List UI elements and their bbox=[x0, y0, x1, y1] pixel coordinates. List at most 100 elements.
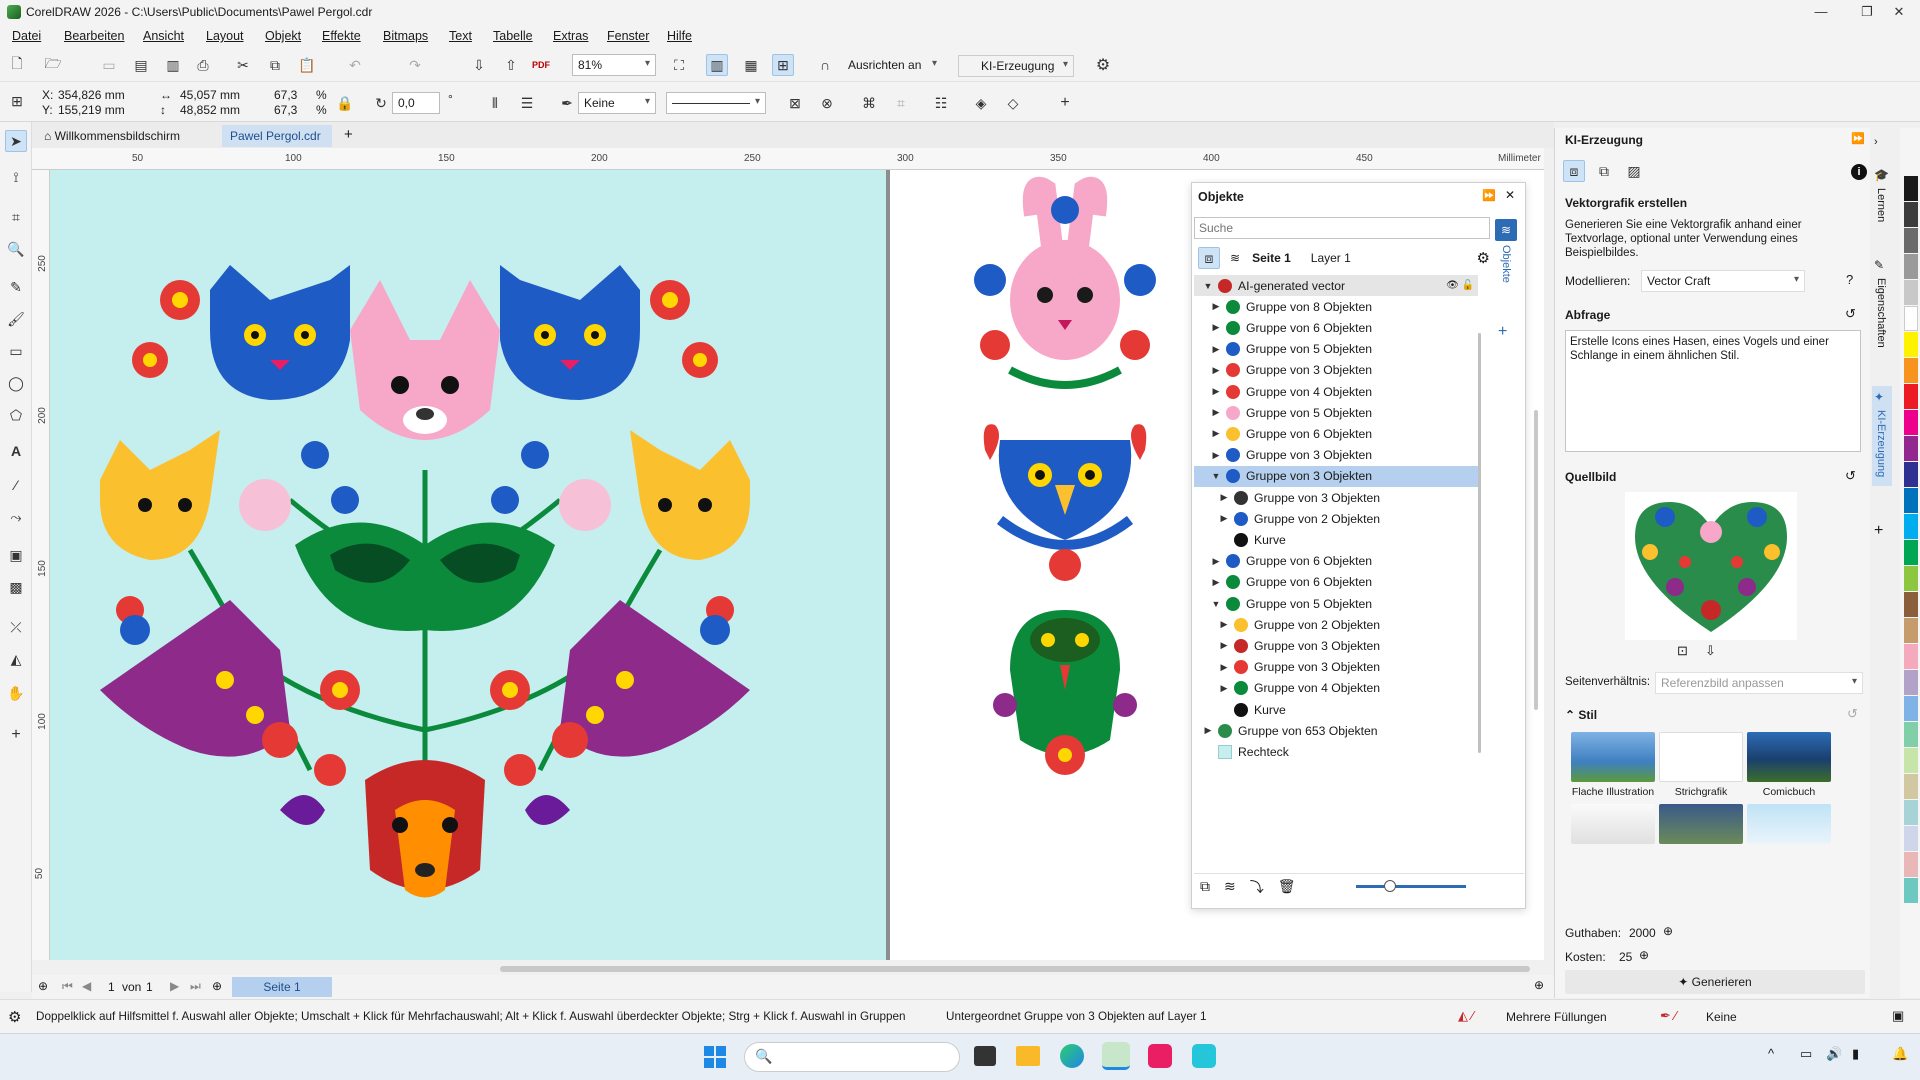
close-button[interactable]: ✕ bbox=[1876, 0, 1920, 24]
palette-swatch[interactable] bbox=[1904, 358, 1918, 383]
menu-datei[interactable]: Datei bbox=[12, 29, 41, 43]
add-credit-icon[interactable]: ⊕ bbox=[1663, 924, 1673, 938]
palette-swatch[interactable] bbox=[1904, 514, 1918, 539]
rotation-angle-field[interactable]: 0,0 bbox=[392, 92, 440, 114]
menu-layout[interactable]: Layout bbox=[206, 29, 244, 43]
export-icon[interactable]: ⇧ bbox=[500, 54, 522, 76]
crop-tool-icon[interactable]: ⌗ bbox=[5, 206, 27, 228]
freehand-tool-icon[interactable]: ✎ bbox=[5, 276, 27, 298]
network-icon[interactable]: ▭ bbox=[1800, 1046, 1812, 1062]
objects-search-input[interactable] bbox=[1194, 217, 1490, 239]
mirror-vertical-icon[interactable]: ☰ bbox=[516, 92, 538, 114]
object-tree-row[interactable]: ▶ Gruppe von 6 Objekten bbox=[1194, 551, 1478, 572]
object-tree-row[interactable]: ▶ Gruppe von 5 Objekten bbox=[1194, 402, 1478, 423]
dimension-tool-icon[interactable]: ⁄ bbox=[5, 474, 27, 496]
pdf-icon[interactable]: PDF bbox=[530, 54, 552, 76]
delete-trash-icon[interactable]: 🗑 bbox=[1278, 878, 1296, 895]
combine-icon[interactable]: ⌘ bbox=[858, 92, 880, 114]
palette-swatch[interactable] bbox=[1904, 384, 1918, 409]
collapse-arrow-icon[interactable]: ▼ bbox=[1210, 471, 1222, 481]
previous-page-icon[interactable]: ◀ bbox=[82, 979, 91, 993]
interactive-fill-icon[interactable]: ◭ bbox=[5, 648, 27, 670]
object-tree-row[interactable]: ▶ Gruppe von 6 Objekten bbox=[1194, 572, 1478, 593]
minimize-button[interactable]: — bbox=[1798, 0, 1844, 24]
generate-button[interactable]: ✦ Generieren bbox=[1565, 970, 1865, 994]
break-apart-icon[interactable]: ⌗ bbox=[890, 92, 912, 114]
expand-arrow-icon[interactable]: ▶ bbox=[1210, 428, 1222, 439]
to-front-icon[interactable]: ◈ bbox=[970, 92, 992, 114]
bitmap-mode-icon[interactable]: ⧉ bbox=[1593, 160, 1615, 182]
page-artwork[interactable] bbox=[50, 170, 886, 960]
task-view-icon[interactable] bbox=[974, 1046, 996, 1066]
corel-photo-paint-icon[interactable] bbox=[1148, 1044, 1172, 1068]
snap-magnet-icon[interactable]: ∩ bbox=[814, 54, 836, 76]
text-tool-icon[interactable]: A bbox=[5, 440, 27, 462]
settings-gear-icon[interactable]: ⚙ bbox=[1092, 54, 1114, 76]
menu-tabelle[interactable]: Tabelle bbox=[493, 29, 533, 43]
palette-swatch[interactable] bbox=[1904, 852, 1918, 877]
object-tree-row[interactable]: Kurve bbox=[1194, 699, 1478, 720]
source-image-thumbnail[interactable] bbox=[1625, 492, 1797, 640]
palette-swatch[interactable] bbox=[1904, 254, 1918, 279]
tray-chevron-icon[interactable]: ^ bbox=[1768, 1046, 1774, 1061]
palette-swatch[interactable] bbox=[1904, 670, 1918, 695]
transparency-tool-icon[interactable]: ▩ bbox=[5, 576, 27, 598]
menu-ansicht[interactable]: Ansicht bbox=[143, 29, 184, 43]
palette-swatch[interactable] bbox=[1904, 826, 1918, 851]
object-origin-icon[interactable]: ⊞ bbox=[6, 90, 28, 112]
reset-style-icon[interactable]: ↺ bbox=[1847, 706, 1858, 722]
palette-swatch[interactable] bbox=[1904, 228, 1918, 253]
smart-fill-icon[interactable]: ✋ bbox=[5, 682, 27, 704]
ai-sparkle-icon[interactable]: ✦ bbox=[1874, 390, 1884, 404]
new-master-layer-icon[interactable]: ≋ bbox=[1224, 878, 1236, 895]
save-icon[interactable]: ▭ bbox=[98, 54, 120, 76]
open-recent-icon[interactable]: ▤ bbox=[130, 54, 152, 76]
expand-arrow-icon[interactable]: ▶ bbox=[1210, 344, 1222, 355]
page-tab[interactable]: Seite 1 bbox=[232, 977, 332, 997]
print-icon[interactable]: ⎙ bbox=[192, 54, 214, 76]
coreldraw-taskbar-icon[interactable] bbox=[1102, 1042, 1130, 1070]
fill-icon[interactable]: ◭ ⁄ bbox=[1458, 1008, 1474, 1024]
tree-scrollbar[interactable] bbox=[1478, 333, 1481, 753]
eyedropper-tool-icon[interactable]: ⤫ bbox=[5, 616, 27, 638]
ungroup-all-icon[interactable]: ⊗ bbox=[816, 92, 838, 114]
cost-info-icon[interactable]: ⊕ bbox=[1639, 948, 1649, 962]
tab-learn[interactable]: Lernen bbox=[1875, 188, 1887, 222]
slider-thumb[interactable] bbox=[1383, 880, 1396, 892]
object-tree-row[interactable]: ▼ Gruppe von 5 Objekten bbox=[1194, 593, 1478, 614]
full-screen-icon[interactable]: ⛶ bbox=[668, 54, 690, 76]
status-gear-icon[interactable]: ⚙ bbox=[8, 1008, 21, 1026]
cut-icon[interactable]: ✂ bbox=[232, 54, 254, 76]
horizontal-ruler[interactable]: 50 100 150 200 250 300 350 400 450 Milli… bbox=[32, 148, 1544, 170]
object-tree-row[interactable]: ▼ AI-generated vector 👁 🔓 bbox=[1194, 275, 1478, 296]
expand-arrow-icon[interactable]: ▶ bbox=[1210, 577, 1222, 588]
expand-arrow-icon[interactable]: ▶ bbox=[1210, 407, 1222, 418]
vector-mode-icon[interactable]: ⧈ bbox=[1563, 160, 1585, 182]
to-back-icon[interactable]: ◇ bbox=[1002, 92, 1024, 114]
help-icon[interactable]: ? bbox=[1846, 272, 1853, 287]
palette-swatch[interactable] bbox=[1904, 488, 1918, 513]
properties-icon[interactable]: ✎ bbox=[1874, 258, 1884, 272]
rotate-icon[interactable]: ↻ bbox=[370, 92, 392, 114]
save-as-icon[interactable]: ▥ bbox=[162, 54, 184, 76]
tab-ai-generation[interactable]: KI-Erzeugung bbox=[1875, 410, 1887, 477]
palette-swatch[interactable] bbox=[1904, 592, 1918, 617]
palette-swatch[interactable] bbox=[1904, 878, 1918, 903]
object-tree-row[interactable]: ▶ Gruppe von 4 Objekten bbox=[1194, 678, 1478, 699]
object-tree-row[interactable]: ▶ Gruppe von 3 Objekten bbox=[1194, 657, 1478, 678]
add-page-before-icon[interactable]: ⊕ bbox=[38, 979, 48, 993]
menu-objekt[interactable]: Objekt bbox=[265, 29, 301, 43]
outline-status-icon[interactable]: ✒ ⁄ bbox=[1660, 1008, 1677, 1024]
reset-source-icon[interactable]: ↺ bbox=[1845, 468, 1856, 484]
model-select[interactable]: Vector Craft bbox=[1641, 270, 1805, 292]
rectangle-tool-icon[interactable]: ▭ bbox=[5, 340, 27, 362]
color-proof-icon[interactable]: ▣ bbox=[1892, 1008, 1904, 1024]
undo-icon[interactable]: ↶ bbox=[344, 54, 366, 76]
snap-to-dropdown[interactable]: Ausrichten an bbox=[842, 55, 942, 77]
object-tree-row[interactable]: ▶ Gruppe von 6 Objekten bbox=[1194, 423, 1478, 444]
palette-swatch[interactable] bbox=[1904, 280, 1918, 305]
collapse-arrow-icon[interactable]: ▼ bbox=[1202, 281, 1214, 291]
palette-swatch[interactable] bbox=[1904, 540, 1918, 565]
first-page-icon[interactable]: ⏮ bbox=[62, 979, 73, 994]
lock-ratio-icon[interactable]: 🔒 bbox=[334, 92, 356, 114]
